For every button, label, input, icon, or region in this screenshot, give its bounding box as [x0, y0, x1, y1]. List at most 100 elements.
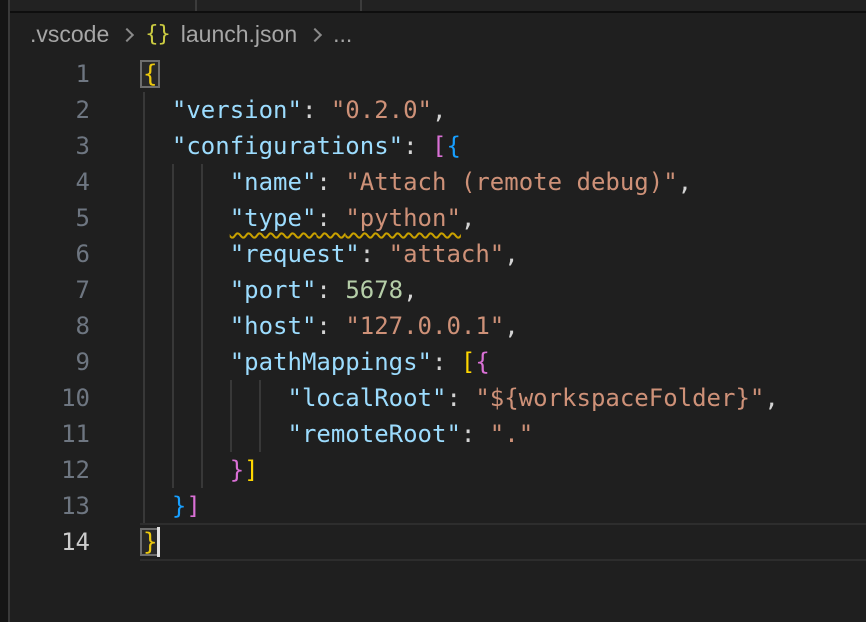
- token: "configurations": [172, 132, 403, 160]
- code-line[interactable]: }: [143, 524, 157, 560]
- editor-row: 13 }]: [10, 488, 866, 524]
- gutter-line-number[interactable]: 6: [10, 236, 90, 272]
- code-line[interactable]: "host": "127.0.0.1",: [143, 308, 519, 344]
- token: :: [360, 240, 389, 268]
- token: :: [316, 312, 345, 340]
- token: "python": [345, 204, 461, 232]
- token: "version": [172, 96, 302, 124]
- token: [143, 168, 230, 196]
- token: ,: [678, 168, 692, 196]
- token: ".": [490, 420, 533, 448]
- chevron-right-icon: [308, 27, 322, 41]
- text-cursor: [157, 527, 160, 557]
- json-braces-icon: {}: [145, 22, 170, 47]
- code-line[interactable]: {: [143, 56, 157, 92]
- code-line[interactable]: "version": "0.2.0",: [143, 92, 446, 128]
- editor-row: 5 "type": "python",: [10, 200, 866, 236]
- token: [143, 492, 172, 520]
- token: {: [475, 348, 489, 376]
- token: :: [403, 132, 432, 160]
- token: [143, 204, 230, 232]
- breadcrumb-folder[interactable]: .vscode: [30, 21, 109, 48]
- current-line-highlight: 14}: [10, 524, 866, 560]
- token: "type": [230, 204, 317, 232]
- token: "host": [230, 312, 317, 340]
- gutter-line-number[interactable]: 11: [10, 416, 90, 452]
- token: "remoteRoot": [288, 420, 461, 448]
- gutter-line-number[interactable]: 1: [10, 56, 90, 92]
- code-line[interactable]: "pathMappings": [{: [143, 344, 490, 380]
- gutter-line-number[interactable]: 8: [10, 308, 90, 344]
- gutter-line-number[interactable]: 9: [10, 344, 90, 380]
- token: }: [172, 492, 186, 520]
- token: :: [316, 168, 345, 196]
- breadcrumb-ellipsis[interactable]: ...: [333, 21, 352, 48]
- gutter-line-number[interactable]: 13: [10, 488, 90, 524]
- token: ,: [432, 96, 446, 124]
- code-line[interactable]: "port": 5678,: [143, 272, 418, 308]
- token: "Attach (remote debug)": [345, 168, 677, 196]
- token: ,: [504, 312, 518, 340]
- token: "name": [230, 168, 317, 196]
- gutter-line-number[interactable]: 7: [10, 272, 90, 308]
- bracket-match-box: }: [143, 524, 157, 560]
- token: }: [230, 456, 244, 484]
- token: :: [316, 204, 345, 232]
- token: "attach": [389, 240, 505, 268]
- token: [: [461, 348, 475, 376]
- token: "request": [230, 240, 360, 268]
- token: {: [446, 132, 460, 160]
- token: "pathMappings": [230, 348, 432, 376]
- token: ]: [186, 492, 200, 520]
- tab-divider: [195, 0, 197, 11]
- gutter-line-number[interactable]: 3: [10, 128, 90, 164]
- token: :: [432, 348, 461, 376]
- editor-row: 3 "configurations": [{: [10, 128, 866, 164]
- editor-row: 7 "port": 5678,: [10, 272, 866, 308]
- gutter-line-number[interactable]: 12: [10, 452, 90, 488]
- token: [143, 456, 230, 484]
- gutter-line-number[interactable]: 4: [10, 164, 90, 200]
- code-line[interactable]: "configurations": [{: [143, 128, 461, 164]
- token: ,: [403, 276, 417, 304]
- code-line[interactable]: "request": "attach",: [143, 236, 519, 272]
- editor-row: 8 "host": "127.0.0.1",: [10, 308, 866, 344]
- token: [143, 132, 172, 160]
- bracket-match-box: {: [143, 56, 157, 92]
- editor[interactable]: 1{2 "version": "0.2.0",3 "configurations…: [10, 56, 866, 622]
- token: [143, 384, 288, 412]
- token: [143, 240, 230, 268]
- editor-row: 4 "name": "Attach (remote debug)",: [10, 164, 866, 200]
- gutter-line-number[interactable]: 14: [10, 524, 90, 560]
- token: "port": [230, 276, 317, 304]
- token: "127.0.0.1": [345, 312, 504, 340]
- code-line[interactable]: "remoteRoot": ".": [143, 416, 533, 452]
- gutter-line-number[interactable]: 5: [10, 200, 90, 236]
- token: [143, 276, 230, 304]
- warning-squiggle: "type": "python": [230, 204, 461, 232]
- code-line[interactable]: }]: [143, 488, 201, 524]
- gutter-line-number[interactable]: 2: [10, 92, 90, 128]
- token: ,: [461, 204, 475, 232]
- editor-row: 6 "request": "attach",: [10, 236, 866, 272]
- editor-row: 1{: [10, 56, 866, 92]
- breadcrumb: .vscode {} launch.json ...: [10, 13, 866, 56]
- breadcrumb-file[interactable]: launch.json: [181, 21, 297, 48]
- tab-bar: [10, 0, 866, 13]
- token: [: [432, 132, 446, 160]
- chevron-right-icon: [120, 27, 134, 41]
- token: :: [302, 96, 331, 124]
- code-line[interactable]: "localRoot": "${workspaceFolder}",: [143, 380, 779, 416]
- token: "${workspaceFolder}": [475, 384, 764, 412]
- gutter-line-number[interactable]: 10: [10, 380, 90, 416]
- editor-row: 9 "pathMappings": [{: [10, 344, 866, 380]
- code-line[interactable]: "type": "python",: [143, 200, 475, 236]
- token: ,: [764, 384, 778, 412]
- editor-row: 12 }]: [10, 452, 866, 488]
- token: ,: [504, 240, 518, 268]
- tab-divider: [360, 0, 362, 11]
- token: :: [316, 276, 345, 304]
- code-line[interactable]: }]: [143, 452, 259, 488]
- code-line[interactable]: "name": "Attach (remote debug)",: [143, 164, 692, 200]
- token: [143, 96, 172, 124]
